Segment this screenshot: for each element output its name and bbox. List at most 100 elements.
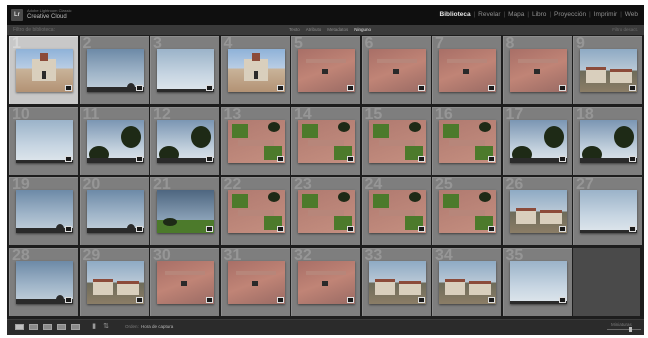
edit-badge-icon[interactable] xyxy=(629,85,636,91)
photo-thumbnail[interactable] xyxy=(439,190,496,233)
grid-cell[interactable]: 24 xyxy=(361,176,431,245)
grid-cell[interactable]: 33 xyxy=(361,247,431,316)
grid-cell[interactable]: 10 xyxy=(9,106,78,175)
edit-badge-icon[interactable] xyxy=(276,296,284,303)
grid-cell[interactable]: 17 xyxy=(502,106,572,175)
grid-cell[interactable]: 16 xyxy=(432,106,501,175)
photo-thumbnail[interactable] xyxy=(509,190,567,233)
photo-thumbnail[interactable] xyxy=(86,190,144,233)
module-3[interactable]: Libro xyxy=(530,9,548,21)
compare-view-button[interactable] xyxy=(43,324,52,330)
grid-cell[interactable]: 5 xyxy=(291,35,360,104)
grid-cell[interactable]: 12 xyxy=(150,106,219,175)
sort-direction-icon[interactable]: ⇅ xyxy=(103,323,109,331)
painter-icon[interactable]: ▮ xyxy=(91,323,97,331)
photo-thumbnail[interactable] xyxy=(509,119,567,163)
photo-thumbnail[interactable] xyxy=(368,119,426,163)
photo-thumbnail[interactable] xyxy=(298,190,355,233)
edit-badge-icon[interactable] xyxy=(488,85,495,91)
grid-cell[interactable]: 6 xyxy=(361,35,431,104)
grid-cell[interactable]: 32 xyxy=(291,247,360,316)
sort-select[interactable]: Hora de captura xyxy=(141,324,173,330)
thumbnail-size-slider[interactable] xyxy=(607,327,641,332)
edit-badge-icon[interactable] xyxy=(206,296,213,303)
grid-cell[interactable]: 11 xyxy=(79,106,149,175)
identity-title[interactable]: Creative Cloud xyxy=(27,14,67,21)
photo-thumbnail[interactable] xyxy=(227,190,285,233)
photo-thumbnail[interactable] xyxy=(157,49,214,92)
edit-badge-icon[interactable] xyxy=(347,155,354,162)
grid-cell[interactable]: 21 xyxy=(150,176,219,245)
photo-thumbnail[interactable] xyxy=(86,49,144,92)
photo-thumbnail[interactable] xyxy=(157,190,214,233)
edit-badge-icon[interactable] xyxy=(629,155,636,162)
edit-badge-icon[interactable] xyxy=(488,155,495,162)
grid-cell[interactable]: 28 xyxy=(9,247,78,316)
edit-badge-icon[interactable] xyxy=(65,226,72,232)
grid-cell[interactable]: 22 xyxy=(220,176,290,245)
grid-cell[interactable]: 34 xyxy=(432,247,501,316)
edit-badge-icon[interactable] xyxy=(206,155,213,162)
edit-badge-icon[interactable] xyxy=(135,226,143,232)
grid-cell[interactable]: 19 xyxy=(9,176,78,245)
edit-badge-icon[interactable] xyxy=(135,296,143,303)
filter-tab-0[interactable]: Texto xyxy=(289,27,300,33)
photo-thumbnail[interactable] xyxy=(439,49,496,92)
grid-cell[interactable]: 1 xyxy=(9,35,78,104)
edit-badge-icon[interactable] xyxy=(417,226,425,232)
filter-tab-1[interactable]: Atributo xyxy=(306,27,322,33)
photo-thumbnail[interactable] xyxy=(157,119,214,163)
grid-cell[interactable]: 18 xyxy=(573,106,642,175)
edit-badge-icon[interactable] xyxy=(347,296,354,303)
filter-preset[interactable]: Filtro desact. xyxy=(612,27,638,33)
photo-thumbnail[interactable] xyxy=(509,260,567,304)
people-view-button[interactable] xyxy=(71,324,80,330)
photo-thumbnail[interactable] xyxy=(368,260,426,304)
photo-thumbnail[interactable] xyxy=(439,260,496,304)
module-5[interactable]: Imprimir xyxy=(592,9,619,21)
module-4[interactable]: Proyección xyxy=(552,9,588,21)
edit-badge-icon[interactable] xyxy=(558,85,566,91)
photo-thumbnail[interactable] xyxy=(439,119,496,163)
grid-cell[interactable]: 14 xyxy=(291,106,360,175)
photo-thumbnail[interactable] xyxy=(227,119,285,163)
edit-badge-icon[interactable] xyxy=(65,85,72,91)
photo-thumbnail[interactable] xyxy=(157,260,214,304)
grid-cell[interactable]: 15 xyxy=(361,106,431,175)
module-2[interactable]: Mapa xyxy=(506,9,526,21)
edit-badge-icon[interactable] xyxy=(206,226,213,232)
grid-cell[interactable]: 13 xyxy=(220,106,290,175)
photo-thumbnail[interactable] xyxy=(298,119,355,163)
module-6[interactable]: Web xyxy=(623,9,640,21)
photo-thumbnail[interactable] xyxy=(580,119,637,163)
grid-cell[interactable]: 35 xyxy=(502,247,572,316)
grid-cell[interactable]: 29 xyxy=(79,247,149,316)
edit-badge-icon[interactable] xyxy=(417,85,425,91)
photo-thumbnail[interactable] xyxy=(16,119,73,163)
edit-badge-icon[interactable] xyxy=(347,85,354,91)
photo-thumbnail[interactable] xyxy=(298,260,355,304)
module-1[interactable]: Revelar xyxy=(476,9,502,21)
filter-tab-3[interactable]: Ninguno xyxy=(354,27,371,33)
grid-view-button[interactable] xyxy=(15,324,24,330)
edit-badge-icon[interactable] xyxy=(417,155,425,162)
grid-cell[interactable]: 2 xyxy=(79,35,149,104)
photo-thumbnail[interactable] xyxy=(368,49,426,92)
edit-badge-icon[interactable] xyxy=(65,155,72,162)
grid-cell[interactable]: 8 xyxy=(502,35,572,104)
photo-thumbnail[interactable] xyxy=(580,190,637,233)
grid-cell[interactable]: 3 xyxy=(150,35,219,104)
grid-cell[interactable]: 31 xyxy=(220,247,290,316)
edit-badge-icon[interactable] xyxy=(558,155,566,162)
grid-cell[interactable]: 7 xyxy=(432,35,501,104)
survey-view-button[interactable] xyxy=(57,324,66,330)
edit-badge-icon[interactable] xyxy=(135,85,143,91)
edit-badge-icon[interactable] xyxy=(629,226,636,232)
grid-cell[interactable]: 25 xyxy=(432,176,501,245)
edit-badge-icon[interactable] xyxy=(488,296,495,303)
edit-badge-icon[interactable] xyxy=(558,296,566,303)
loupe-view-button[interactable] xyxy=(29,324,38,330)
edit-badge-icon[interactable] xyxy=(135,155,143,162)
photo-thumbnail[interactable] xyxy=(16,260,73,304)
grid-cell[interactable]: 9 xyxy=(573,35,642,104)
